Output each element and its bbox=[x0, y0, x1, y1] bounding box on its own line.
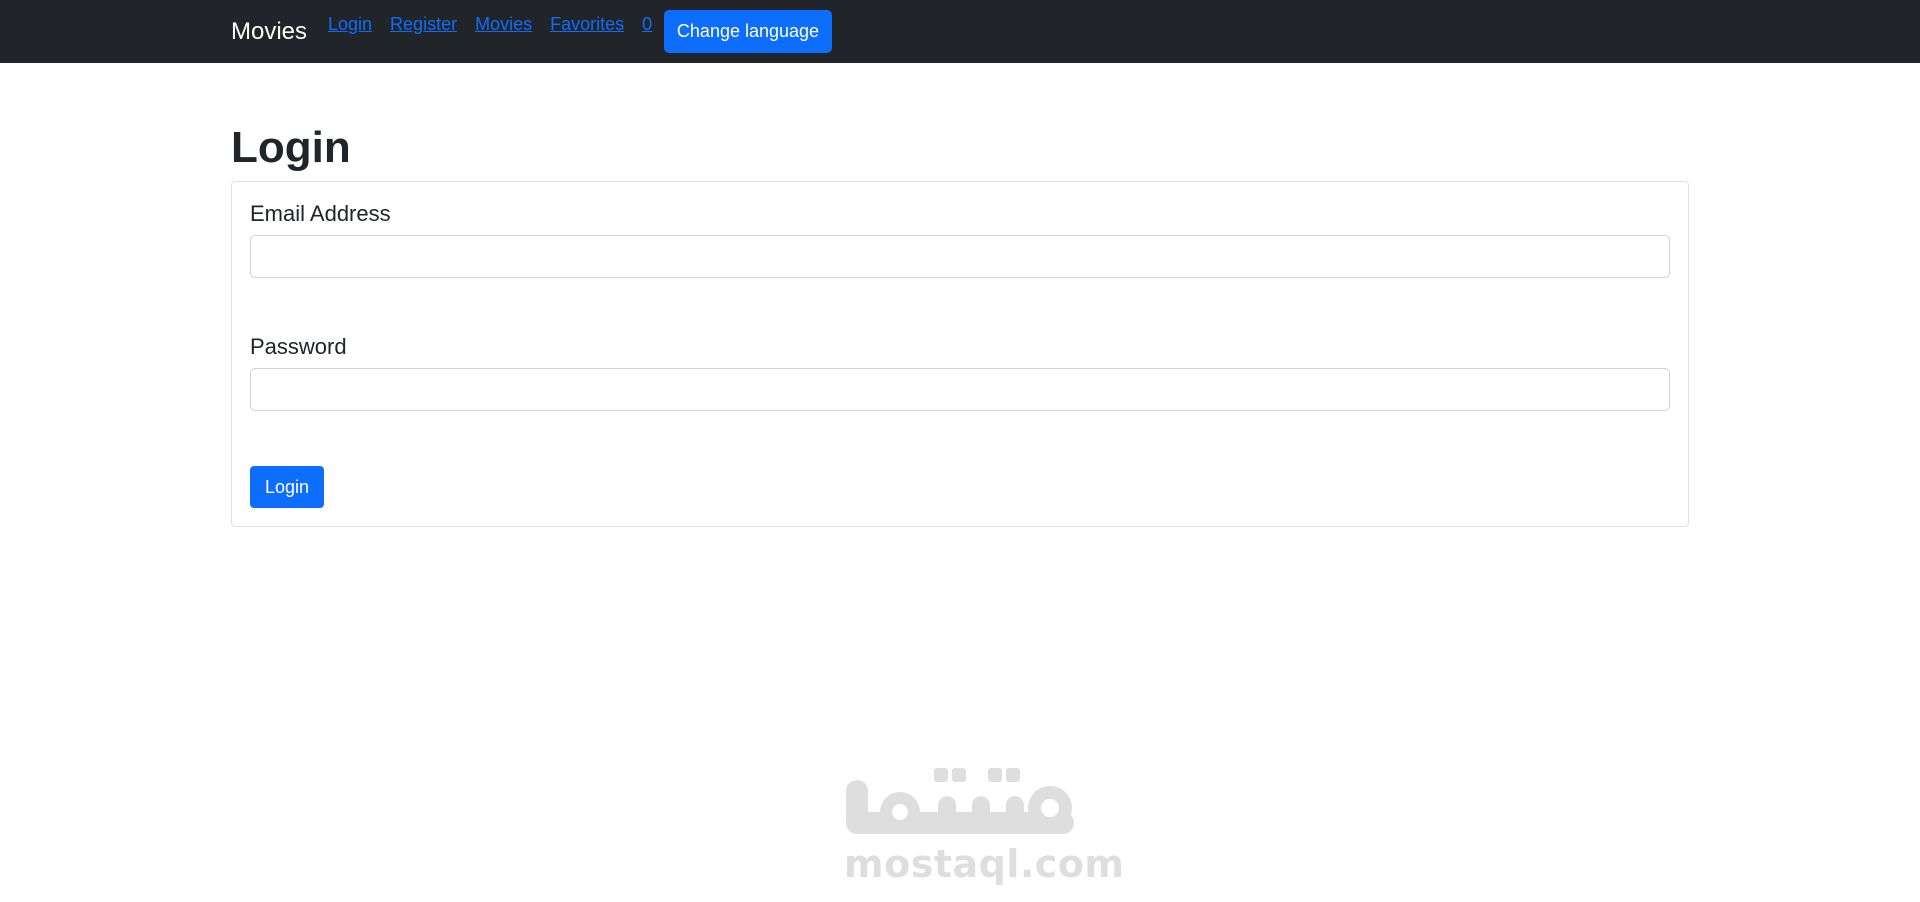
login-form: Email Address Password Login bbox=[231, 181, 1689, 527]
nav-link-login[interactable]: Login bbox=[328, 12, 372, 36]
nav-link-register[interactable]: Register bbox=[390, 12, 457, 36]
watermark-text: mostaql.com bbox=[844, 842, 1125, 886]
password-label: Password bbox=[250, 334, 347, 359]
brand-link[interactable]: Movies bbox=[231, 18, 307, 46]
mostaql-logo-icon bbox=[846, 768, 1074, 834]
page-title: Login bbox=[231, 123, 351, 172]
nav-link-favorites-count[interactable]: 0 bbox=[642, 12, 652, 36]
navbar: Movies Login Register Movies Favorites 0… bbox=[0, 0, 1920, 63]
email-label: Email Address bbox=[250, 201, 391, 226]
nav-link-favorites[interactable]: Favorites bbox=[550, 12, 624, 36]
password-input[interactable] bbox=[250, 368, 1670, 411]
watermark: mostaql.com bbox=[838, 760, 1124, 890]
change-language-button[interactable]: Change language bbox=[664, 10, 832, 53]
login-submit-button[interactable]: Login bbox=[250, 466, 324, 508]
email-input[interactable] bbox=[250, 235, 1670, 278]
nav-link-movies[interactable]: Movies bbox=[475, 12, 532, 36]
nav-links: Login Register Movies Favorites 0 bbox=[328, 12, 652, 36]
